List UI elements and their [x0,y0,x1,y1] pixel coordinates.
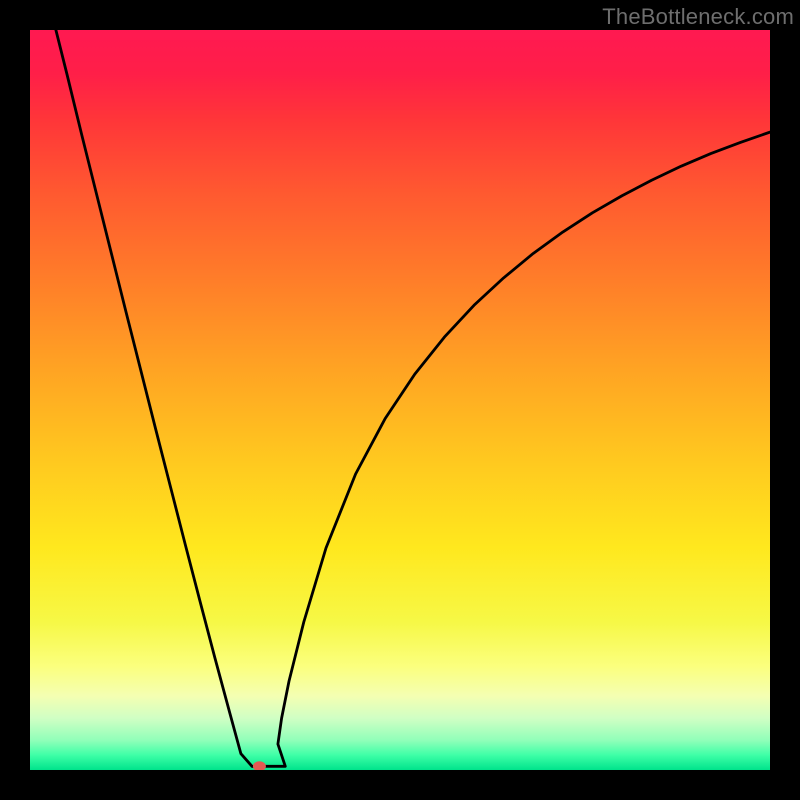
marker-dot [253,761,266,770]
watermark-text: TheBottleneck.com [602,4,794,30]
bottleneck-curve [30,30,770,770]
chart-container: TheBottleneck.com [0,0,800,800]
plot-area [30,30,770,770]
